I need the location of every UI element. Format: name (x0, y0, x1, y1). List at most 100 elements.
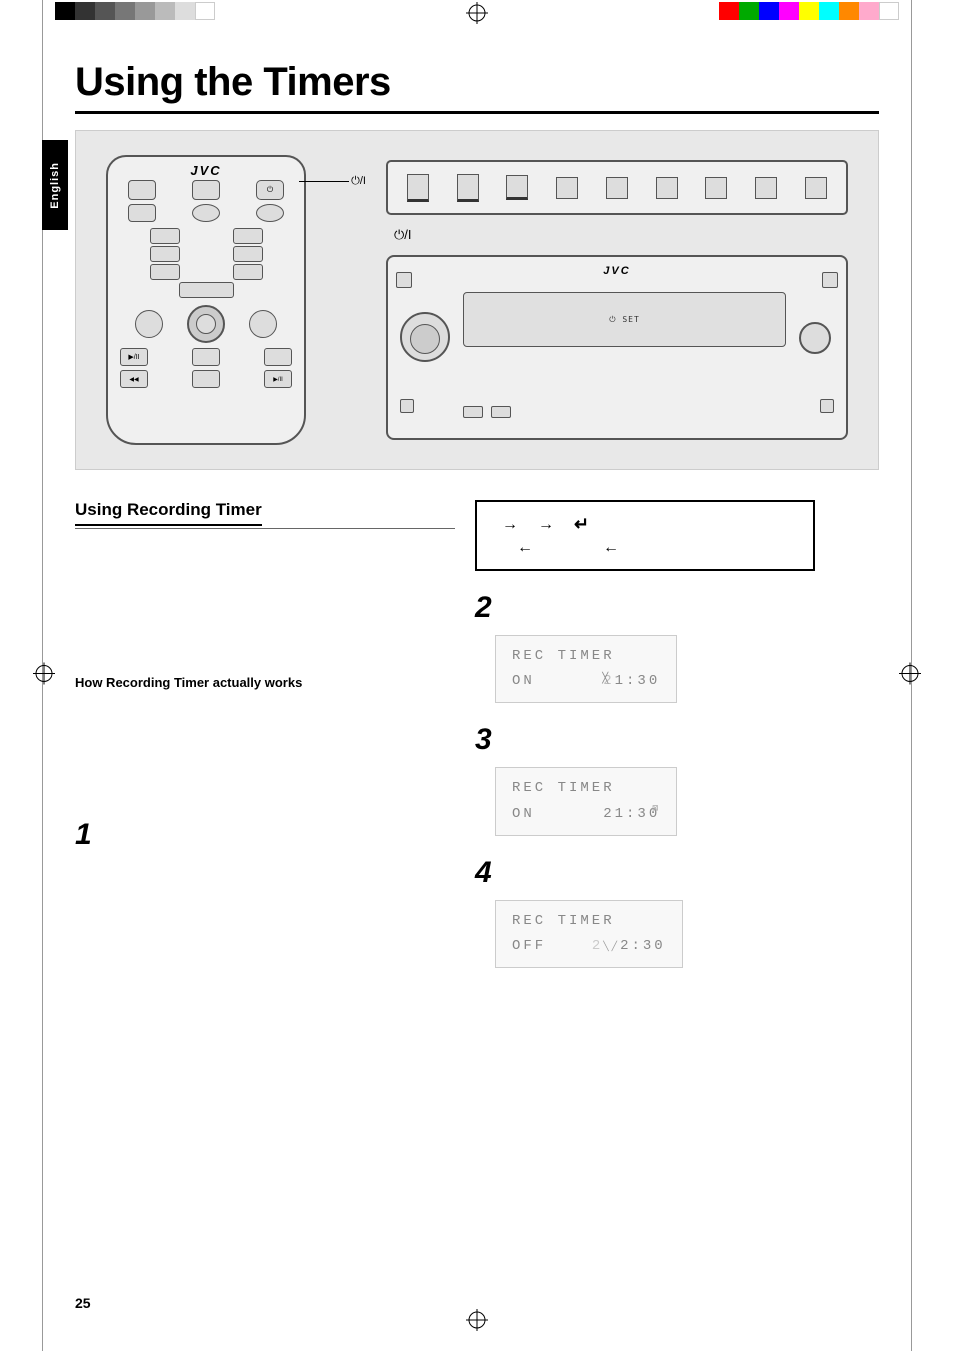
remote-dpad (108, 302, 304, 346)
vcr-slot-left (396, 272, 412, 288)
remote-wide-btn (179, 282, 234, 298)
vcr-bottom-btns (463, 406, 786, 418)
step-4-block: 4 REC TIMER OFF 2╲╱2:30 (475, 856, 879, 968)
vcr-corner-btn-right (820, 399, 834, 413)
crosshair-bottom-icon (466, 1309, 488, 1331)
remote-num-5 (150, 264, 180, 280)
flow-return-arrow: ↵ (574, 514, 589, 535)
remote-numpad (108, 224, 304, 302)
step-2-number: 2 (475, 591, 879, 625)
lcd-display-2: REC TIMER ON 21:30⊠ (495, 767, 879, 835)
remote-dpad-center (187, 305, 225, 343)
page-title: Using the Timers (75, 60, 879, 105)
vcr-knob-left-inner (410, 324, 440, 354)
diagram-area: JVC ⏻ (75, 130, 879, 470)
color-bar-white (195, 2, 215, 20)
lcd-line2-b: ON 21:30⊠ (512, 802, 660, 827)
remote-power-btn: ⏻ (256, 180, 284, 200)
color-bar-green (739, 2, 759, 20)
power-label: ⏻/I (351, 175, 366, 188)
vcr-indicator-4 (556, 177, 578, 199)
remote-btn-2 (192, 180, 220, 200)
remote-btn-3 (128, 204, 156, 222)
left-column: Using Recording Timer How Recording Time… (75, 500, 455, 988)
lcd-line2-a: ON 2╳1:30 (512, 669, 660, 694)
remote-control-wrapper: JVC ⏻ (106, 155, 306, 445)
remote-num-2 (233, 228, 263, 244)
remote-transport: ▶/II (108, 346, 304, 368)
color-bar-black (55, 2, 75, 20)
lcd-line2-c: OFF 2╲╱2:30 (512, 934, 666, 959)
color-bar-dark1 (75, 2, 95, 20)
remote-transport-2 (192, 348, 220, 366)
vcr-main-panel: JVC ⏻ SET (386, 255, 848, 440)
color-bar-magenta (779, 2, 799, 20)
vcr-power-symbol: ⏻/I (394, 227, 848, 243)
vcr-slot-right (822, 272, 838, 288)
power-arrow-line (299, 181, 349, 182)
title-underline (75, 111, 879, 114)
crosshair-left-icon (33, 662, 55, 684)
spacer-2 (75, 698, 455, 818)
language-label: English (49, 162, 61, 209)
remote-bottom-row: ◀◀ ▶/II (108, 368, 304, 390)
vcr-indicator-7 (705, 177, 727, 199)
remote-dpad-right (249, 310, 277, 338)
color-bar-yellow (799, 2, 819, 20)
vcr-indicator-9 (805, 177, 827, 199)
power-indicator: ⏻/I (299, 175, 366, 188)
step-3-number: 3 (475, 723, 879, 757)
page-title-section: Using the Timers (75, 60, 879, 114)
step-3-block: 3 REC TIMER ON 21:30⊠ (475, 723, 879, 835)
color-bar-mid (115, 2, 135, 20)
top-bar (0, 0, 954, 28)
recording-timer-heading: Using Recording Timer (75, 500, 262, 526)
crosshair-top-icon (466, 2, 488, 24)
vcr-top-panel (386, 160, 848, 215)
vcr-corner-btn-left (400, 399, 414, 413)
right-column: → → ↵ ← ← 2 REC TIME (475, 500, 879, 988)
flow-arrow-1: → (502, 516, 518, 534)
color-bar-blue (759, 2, 779, 20)
step-1-block: 1 (75, 818, 455, 852)
lcd-display-1: REC TIMER ON 2╳1:30 (495, 635, 879, 703)
vcr-indicator-8 (755, 177, 777, 199)
remote-control: JVC ⏻ (106, 155, 306, 445)
remote-btn-4 (192, 204, 220, 222)
remote-num-6 (233, 264, 263, 280)
color-bar-light2 (155, 2, 175, 20)
step-1-number: 1 (75, 818, 455, 852)
two-column-layout: Using Recording Timer How Recording Time… (75, 500, 879, 988)
remote-row-2 (108, 202, 304, 224)
flow-top-row: → → ↵ (492, 514, 798, 535)
crosshair-bottom (466, 1309, 488, 1336)
remote-num-1 (150, 228, 180, 244)
sub-heading: How Recording Timer actually works (75, 675, 455, 690)
lcd-line1-a: REC TIMER (512, 644, 660, 669)
color-bar-red (719, 2, 739, 20)
color-bar-light3 (175, 2, 195, 20)
vcr-indicator-3 (506, 175, 528, 200)
lcd-line1-b: REC TIMER (512, 776, 660, 801)
remote-power-row: ⏻ (108, 180, 304, 202)
remote-ff-btn: ◀◀ (120, 370, 148, 388)
vcr-panel-area: ⏻/I JVC ⏻ SET (386, 160, 848, 440)
remote-brand: JVC (108, 157, 304, 180)
flow-diagram: → → ↵ ← ← (475, 500, 815, 571)
step-2-block: 2 REC TIMER ON 2╳1:30 (475, 591, 879, 703)
color-bar-light1 (135, 2, 155, 20)
color-bar-orange (839, 2, 859, 20)
page-number: 25 (75, 1295, 91, 1311)
vcr-knob-left (400, 312, 450, 362)
vcr-knob-right (799, 322, 831, 354)
vcr-indicator-2 (457, 174, 479, 202)
vcr-small-btn-1 (463, 406, 483, 418)
vcr-display-text: ⏻ SET (609, 315, 640, 325)
color-bar-dark2 (95, 2, 115, 20)
remote-transport-3 (264, 348, 292, 366)
remote-btn-5 (256, 204, 284, 222)
lcd-text-2: REC TIMER ON 21:30⊠ (495, 767, 677, 835)
color-bar-pink (859, 2, 879, 20)
color-bar-cyan (819, 2, 839, 20)
remote-num-4 (233, 246, 263, 262)
